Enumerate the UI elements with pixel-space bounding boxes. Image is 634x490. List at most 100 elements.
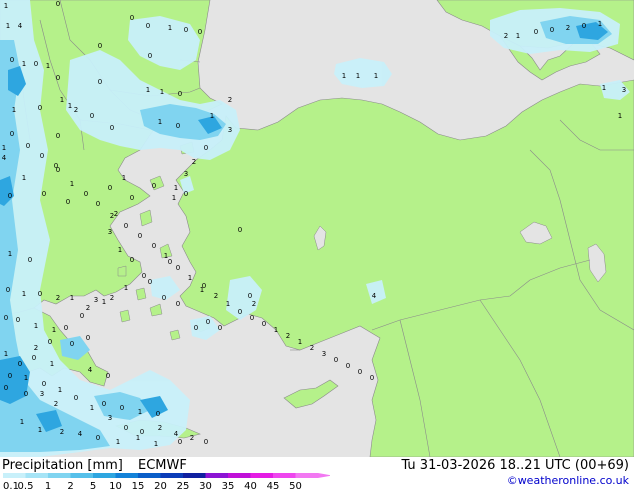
precip-value-label: 1 [122, 174, 126, 182]
precip-value-label: 1 [22, 290, 26, 298]
precip-value-label: 1 [2, 144, 6, 152]
precip-value-label: 1 [90, 404, 94, 412]
precip-value-label: 1 [22, 60, 26, 68]
precip-value-label: 2 [158, 424, 162, 432]
precip-value-label: 1 [24, 374, 28, 382]
precip-value-label: 1 [516, 32, 520, 40]
precip-value-label: 0 [334, 356, 338, 364]
precip-value-label: 0 [138, 232, 142, 240]
precip-value-label: 0 [146, 22, 150, 30]
weather-map-view: 1401001010112000100011021010011000100001… [0, 0, 634, 490]
precip-value-label: 0 [10, 130, 14, 138]
scale-tick-label: 5 [90, 481, 96, 490]
precip-value-label: 0 [176, 122, 180, 130]
precip-value-label: 0 [110, 124, 114, 132]
scale-tick-label: 35 [222, 481, 235, 490]
precip-value-label: 0 [42, 380, 46, 388]
scale-tick-label: 10 [109, 481, 122, 490]
precip-value-label: 4 [372, 292, 377, 300]
precip-value-label: 0 [26, 142, 30, 150]
precip-value-label: 2 [214, 292, 218, 300]
precip-value-label: 1 [22, 174, 26, 182]
precip-value-label: 1 [4, 350, 8, 358]
precip-value-label: 0 [248, 292, 252, 300]
precip-value-label: 2 [114, 210, 118, 218]
scale-tick-label: 25 [177, 481, 190, 490]
scale-swatch [48, 473, 71, 478]
precip-value-label: 0 [74, 394, 78, 402]
precip-value-label: 2 [504, 32, 508, 40]
precip-value-label: 1 [598, 20, 602, 28]
precip-value-label: 3 [94, 296, 98, 304]
precip-value-label: 1 [116, 438, 120, 446]
precip-value-label: 0 [56, 74, 60, 82]
precip-value-label: 0 [6, 286, 10, 294]
precip-value-label: 0 [66, 198, 70, 206]
precip-value-label: 0 [250, 314, 254, 322]
precip-value-label: 2 [286, 332, 290, 340]
scale-tick-label: 2 [67, 481, 73, 490]
scale-arrow [318, 473, 330, 478]
precip-value-label: 1 [210, 112, 214, 120]
credit-link[interactable]: ©weatheronline.co.uk [507, 474, 629, 487]
precip-value-label: 0 [206, 318, 210, 326]
precip-value-label: 0 [56, 166, 60, 174]
precip-value-label: 2 [54, 400, 58, 408]
precip-value-label: 0 [204, 144, 208, 152]
precip-value-label: 0 [106, 372, 110, 380]
precip-value-label: 0 [168, 258, 172, 266]
precip-value-label: 3 [228, 126, 232, 134]
precip-value-label: 0 [176, 264, 180, 272]
precip-value-label: 4 [78, 430, 83, 438]
precip-value-label: 1 [618, 112, 622, 120]
precip-value-label: 0 [218, 324, 222, 332]
precip-value-label: 0 [86, 334, 90, 342]
precip-value-label: 1 [158, 118, 162, 126]
precip-value-label: 1 [274, 326, 278, 334]
precip-value-label: 2 [34, 344, 38, 352]
precip-value-label: 0 [120, 404, 124, 412]
scale-tick-label: 50 [289, 481, 302, 490]
precip-value-label: 0 [194, 324, 198, 332]
precip-value-label: 1 [160, 88, 164, 96]
precip-value-label: 1 [4, 2, 8, 10]
precip-value-label: 0 [96, 434, 100, 442]
precip-value-label: 0 [70, 340, 74, 348]
precip-value-label: 1 [356, 72, 360, 80]
precip-value-label: 2 [74, 106, 78, 114]
precip-value-label: 1 [164, 252, 168, 260]
precip-value-label: 0 [156, 410, 160, 418]
scale-swatch [295, 473, 318, 478]
scale-swatch [205, 473, 228, 478]
precip-value-label: 0 [202, 282, 206, 290]
precip-value-label: 0 [64, 324, 68, 332]
precip-value-label: 0 [90, 112, 94, 120]
precip-value-label: 0 [48, 338, 52, 346]
precip-value-label: 0 [178, 90, 182, 98]
precip-value-label: 1 [174, 184, 178, 192]
precip-value-label: 1 [46, 62, 50, 70]
precip-value-label: 1 [374, 72, 378, 80]
precip-value-label: 0 [34, 60, 38, 68]
precip-value-label: 0 [80, 312, 84, 320]
precip-value-label: 0 [8, 372, 12, 380]
precip-value-label: 1 [172, 194, 176, 202]
precip-value-label: 0 [16, 316, 20, 324]
precip-value-label: 2 [310, 344, 314, 352]
scale-swatch [273, 473, 296, 478]
precip-value-label: 3 [184, 170, 188, 178]
scale-tick-label: 30 [199, 481, 212, 490]
precip-value-label: 0 [582, 22, 586, 30]
scale-swatch [3, 473, 26, 478]
precip-value-label: 0 [148, 278, 152, 286]
scale-swatch [93, 473, 116, 478]
precip-value-label: 1 [70, 294, 74, 302]
precip-value-label: 0 [38, 290, 42, 298]
precip-value-label: 1 [68, 102, 72, 110]
scale-tick-label: 20 [154, 481, 167, 490]
precip-value-label: 1 [20, 418, 24, 426]
precip-value-label: 0 [8, 192, 12, 200]
map-title: Precipitation [mm] [2, 458, 123, 473]
precip-value-label: 1 [12, 106, 16, 114]
precip-value-label: 1 [58, 386, 62, 394]
